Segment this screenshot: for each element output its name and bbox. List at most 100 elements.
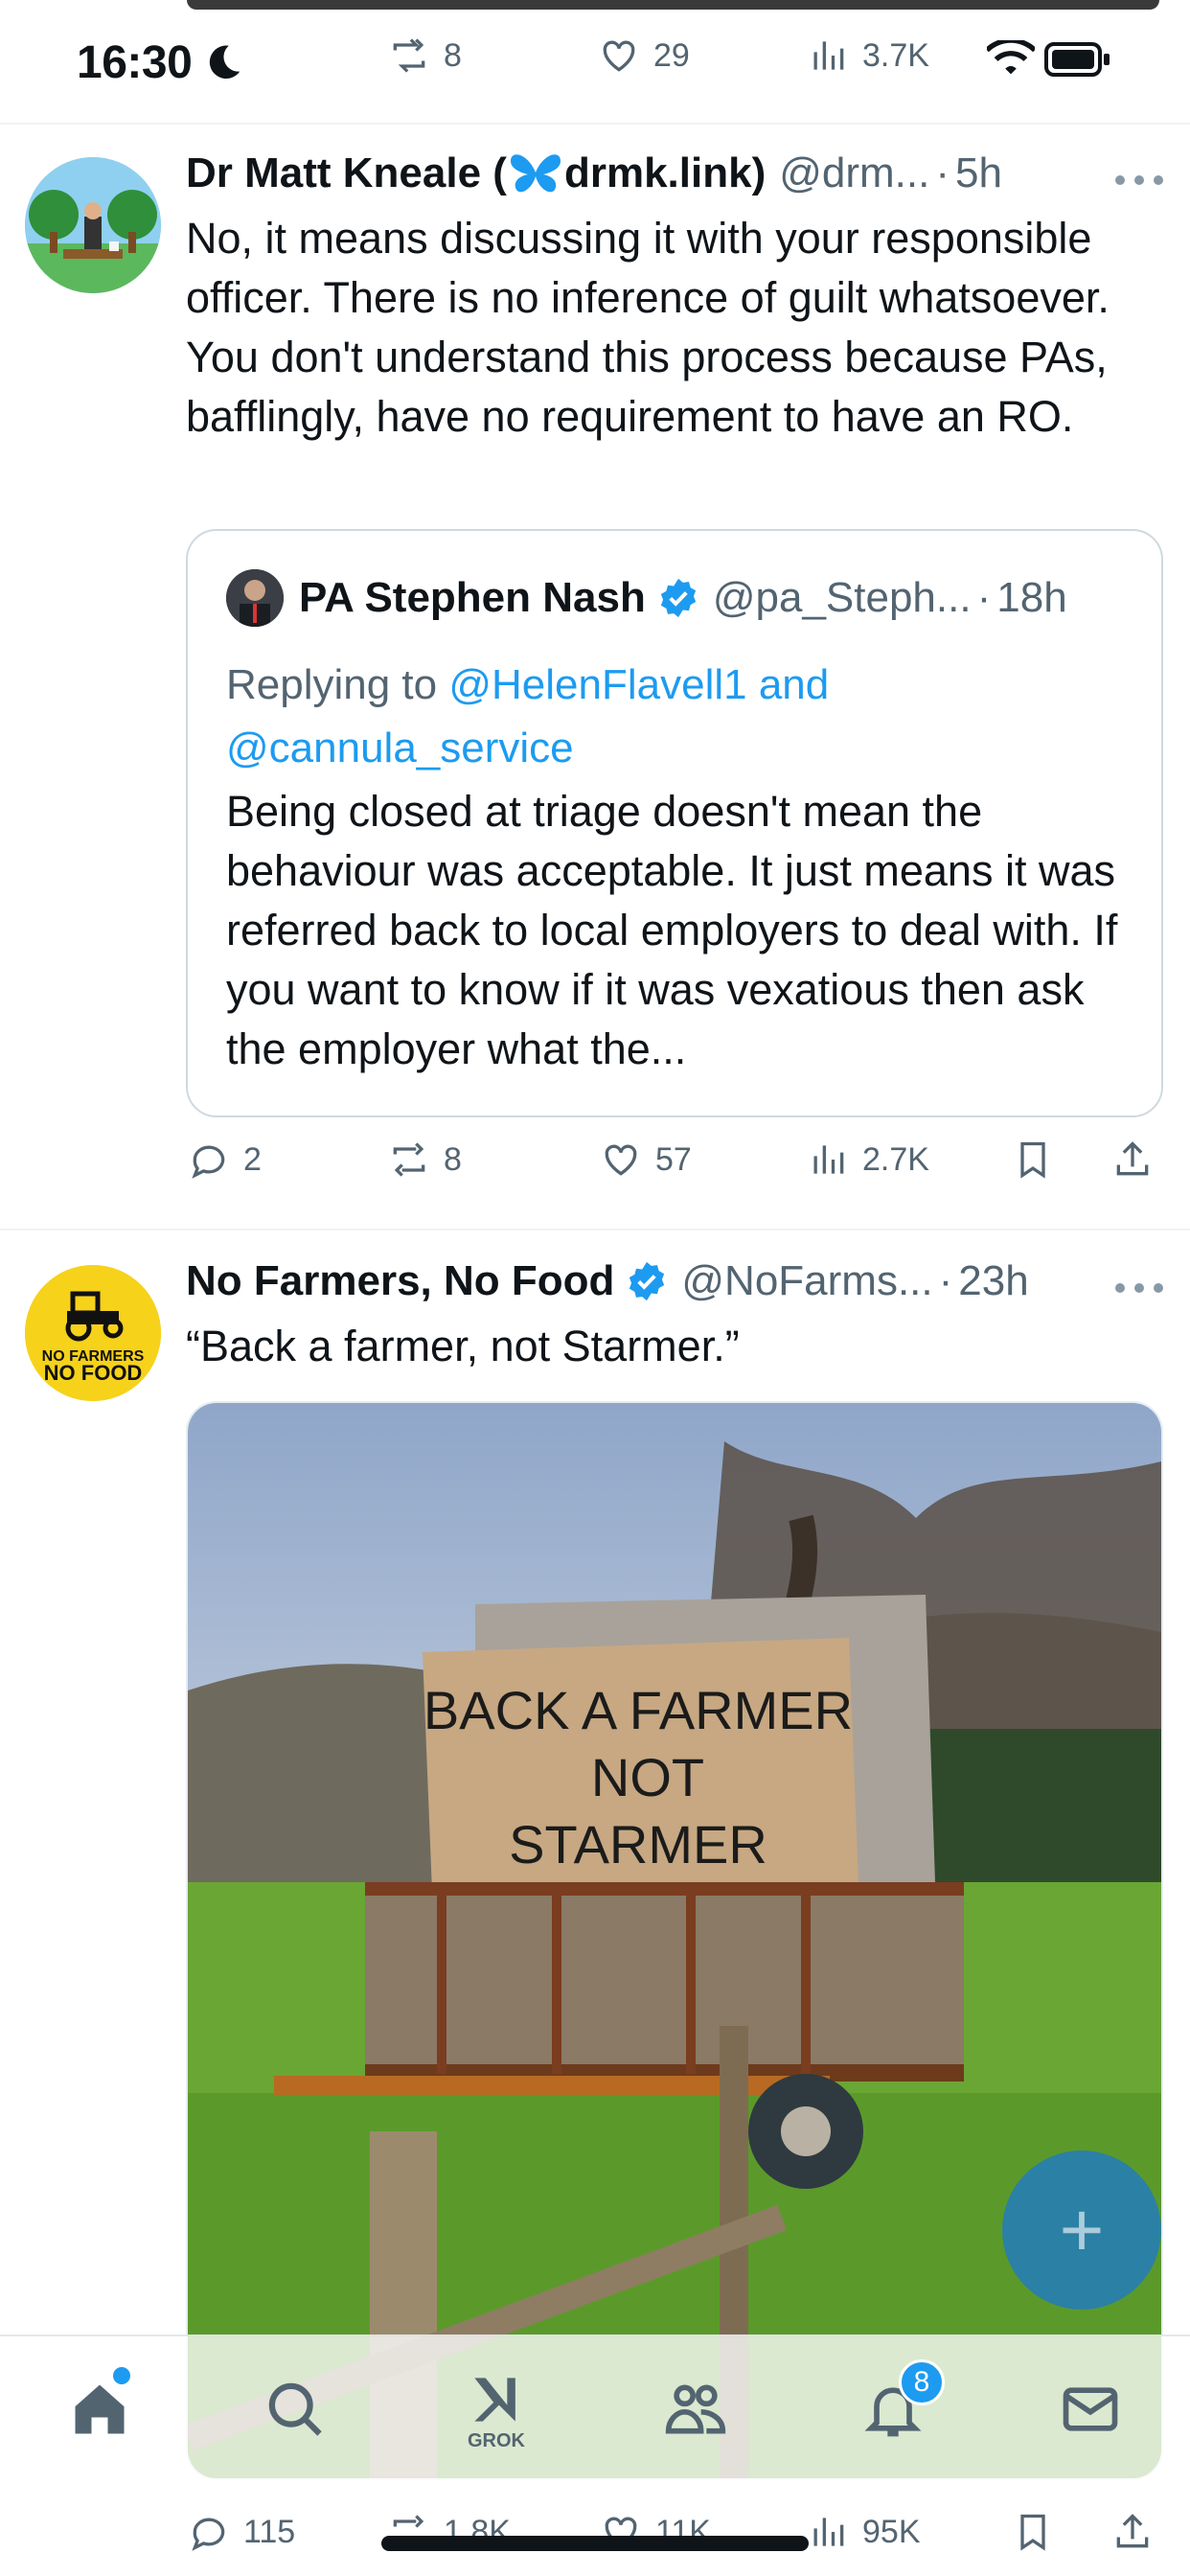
tweet-time[interactable]: 5h bbox=[955, 150, 1002, 197]
compose-button[interactable]: + bbox=[1002, 2150, 1161, 2310]
reply-count: 115 bbox=[243, 2513, 296, 2550]
reply-button[interactable]: 115 bbox=[188, 2511, 295, 2553]
status-bar: 16:30 8 29 3.7K bbox=[0, 0, 1190, 123]
nav-notifications[interactable]: 8 bbox=[855, 2359, 945, 2448]
share-button[interactable] bbox=[1111, 1138, 1154, 1181]
tweet-header: No Farmers, No Food @NoFarms... · 23h bbox=[186, 1257, 1029, 1305]
views-button[interactable]: 95K bbox=[807, 2511, 921, 2553]
reply-count: 2 bbox=[243, 1140, 262, 1178]
reply-button[interactable]: 2 bbox=[188, 1138, 262, 1181]
more-dot bbox=[1154, 1283, 1163, 1293]
view-count: 3.7K bbox=[862, 36, 929, 74]
more-dot bbox=[1115, 175, 1125, 185]
divider bbox=[0, 1229, 1190, 1230]
more-dot bbox=[1134, 175, 1144, 185]
battery-icon bbox=[1044, 42, 1110, 77]
replying-to: Replying to @HelenFlavell1 and @cannula_… bbox=[226, 654, 1127, 780]
share-icon bbox=[1116, 1141, 1149, 1176]
views-icon bbox=[813, 2518, 844, 2546]
sign-text-2: NOT bbox=[591, 1747, 704, 1807]
bookmark-button[interactable] bbox=[1012, 2511, 1054, 2553]
view-count: 2.7K bbox=[862, 1140, 929, 1178]
more-options-button[interactable] bbox=[1115, 1280, 1163, 1296]
tractor-logo-icon: NO FARMERS NO FOOD bbox=[25, 1265, 161, 1401]
views-button[interactable]: 2.7K bbox=[807, 1138, 929, 1181]
quote-header: PA Stephen Nash @pa_Steph... · 18h bbox=[226, 569, 1067, 627]
like-button[interactable]: 29 bbox=[598, 34, 690, 77]
quote-time: 18h bbox=[996, 574, 1067, 621]
more-dot bbox=[1154, 175, 1163, 185]
mention-link[interactable]: @cannula_service bbox=[226, 724, 574, 771]
author-name[interactable]: Dr Matt Kneale ( bbox=[186, 150, 507, 197]
quoted-tweet[interactable]: PA Stephen Nash @pa_Steph... · 18h Reply… bbox=[186, 529, 1163, 1117]
sign-text-3: STARMER bbox=[509, 1814, 767, 1874]
nav-communities[interactable] bbox=[657, 2371, 734, 2448]
reply-icon bbox=[192, 1145, 225, 1179]
wifi-icon bbox=[987, 40, 1035, 75]
separator-dot: · bbox=[935, 150, 950, 196]
like-count: 29 bbox=[653, 36, 690, 74]
grok-label: GROK bbox=[468, 2430, 525, 2451]
butterfly-icon bbox=[510, 154, 561, 193]
home-icon bbox=[75, 2384, 125, 2434]
retweet-icon bbox=[393, 38, 425, 73]
like-button[interactable]: 57 bbox=[600, 1138, 692, 1181]
separator-dot: · bbox=[938, 1257, 953, 1304]
divider bbox=[0, 123, 1190, 125]
more-dot bbox=[1115, 1283, 1125, 1293]
verified-badge-icon bbox=[660, 578, 696, 618]
and-text: and bbox=[746, 661, 830, 708]
reply-icon bbox=[192, 2518, 225, 2551]
avatar-text-2: NO FOOD bbox=[44, 1361, 143, 1385]
tweet-time[interactable]: 23h bbox=[958, 1257, 1028, 1305]
views-button[interactable]: 3.7K bbox=[807, 34, 929, 77]
author-name-suffix[interactable]: drmk.link) bbox=[564, 150, 766, 197]
share-icon bbox=[1116, 2514, 1149, 2548]
bookmark-icon bbox=[1020, 1141, 1045, 1179]
views-icon bbox=[813, 1145, 844, 1174]
retweet-count: 8 bbox=[444, 36, 462, 74]
avatar[interactable] bbox=[25, 157, 161, 293]
retweet-count: 8 bbox=[444, 1140, 462, 1178]
retweet-button[interactable]: 8 bbox=[388, 34, 462, 77]
author-handle[interactable]: @drm... bbox=[779, 150, 929, 197]
farm-trailer-photo: BACK A FARMER NOT STARMER bbox=[188, 1403, 1161, 2478]
previous-media-edge bbox=[187, 0, 1159, 10]
retweet-button[interactable]: 8 bbox=[388, 1138, 462, 1181]
author-name[interactable]: No Farmers, No Food bbox=[186, 1257, 614, 1305]
quote-avatar-image bbox=[226, 569, 284, 627]
bookmark-button[interactable] bbox=[1012, 1138, 1054, 1181]
author-handle[interactable]: @NoFarms... bbox=[681, 1257, 932, 1305]
mention-link[interactable]: @HelenFlavell1 bbox=[448, 661, 746, 708]
nav-search[interactable] bbox=[257, 2371, 333, 2448]
tweet-text: No, it means discussing it with your res… bbox=[186, 214, 1110, 441]
retweet-icon bbox=[393, 1142, 425, 1177]
more-dot bbox=[1134, 1283, 1144, 1293]
grok-icon bbox=[474, 2378, 515, 2422]
heart-icon bbox=[605, 1144, 637, 1176]
nav-grok[interactable]: GROK bbox=[458, 2371, 535, 2451]
home-indicator[interactable] bbox=[381, 2536, 809, 2551]
more-options-button[interactable] bbox=[1115, 172, 1163, 188]
status-time: 16:30 bbox=[77, 37, 193, 88]
plus-icon: + bbox=[1059, 2187, 1105, 2272]
avatar[interactable]: NO FARMERS NO FOOD bbox=[25, 1265, 161, 1401]
nav-home[interactable] bbox=[61, 2367, 138, 2448]
tweet-header: Dr Matt Kneale ( drmk.link) @drm... · 5h bbox=[186, 150, 1002, 197]
replying-prefix: Replying to bbox=[226, 661, 449, 708]
nav-messages[interactable] bbox=[1052, 2371, 1129, 2448]
search-icon bbox=[268, 2382, 322, 2436]
avatar-pixel-art bbox=[25, 157, 161, 293]
share-button[interactable] bbox=[1111, 2511, 1154, 2553]
views-icon bbox=[813, 41, 844, 70]
notification-badge: 8 bbox=[899, 2359, 945, 2405]
verified-badge-icon bbox=[629, 1261, 665, 1301]
sign-text-1: BACK A FARMER bbox=[423, 1680, 853, 1740]
quote-avatar bbox=[226, 569, 284, 627]
mail-icon bbox=[1063, 2387, 1118, 2431]
bottom-navigation: GROK 8 bbox=[0, 2334, 1190, 2480]
quote-author-name: PA Stephen Nash bbox=[299, 574, 646, 621]
tweet-image[interactable]: BACK A FARMER NOT STARMER bbox=[186, 1401, 1163, 2480]
separator-dot: · bbox=[976, 574, 992, 621]
status-icons bbox=[987, 40, 1111, 79]
